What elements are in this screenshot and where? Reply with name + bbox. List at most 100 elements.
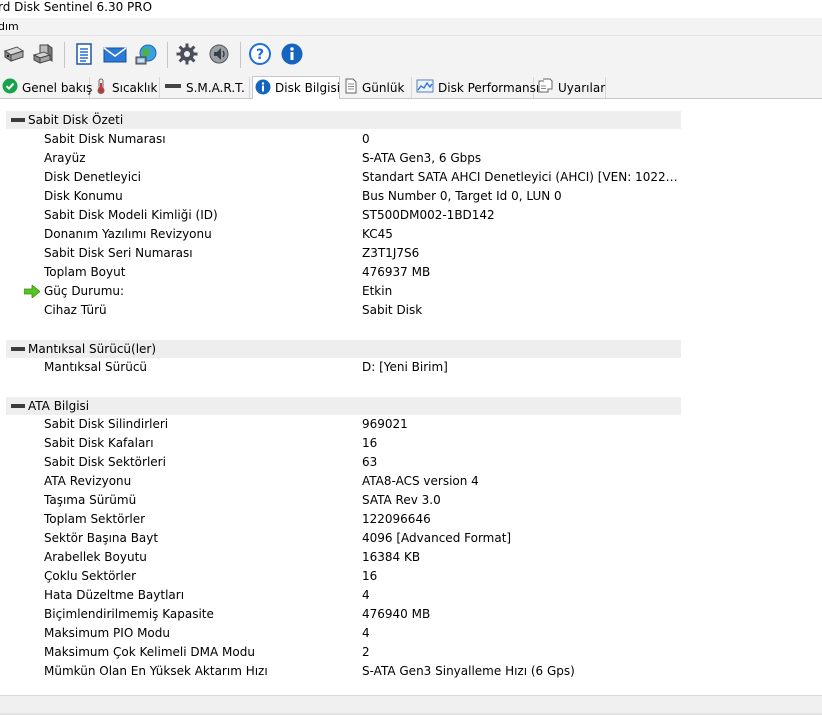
tab-label: Genel bakış xyxy=(22,80,93,95)
property-label: Sabit Disk Silindirleri xyxy=(44,417,169,431)
menu-item-help[interactable]: dım xyxy=(0,20,19,33)
toolbar-separator xyxy=(167,42,168,68)
drive-icon[interactable] xyxy=(0,40,28,68)
property-value: Bus Number 0, Target Id 0, LUN 0 xyxy=(362,189,562,203)
property-value: Etkin xyxy=(362,284,393,298)
drive-icon[interactable] xyxy=(30,40,58,68)
tab-label: Uyarılar xyxy=(558,80,606,95)
info-icon xyxy=(255,79,271,98)
property-label: Maksimum Çok Kelimeli DMA Modu xyxy=(44,645,255,659)
list-item: Sabit Disk Seri Numarası Z3T1J7S6 xyxy=(0,244,822,263)
property-value: Z3T1J7S6 xyxy=(362,246,420,260)
sound-icon[interactable] xyxy=(205,40,233,68)
property-label: Toplam Sektörler xyxy=(44,512,146,526)
property-label: Sabit Disk Modeli Kimliği (ID) xyxy=(44,208,218,222)
property-label: Arabellek Boyutu xyxy=(44,550,147,564)
property-label: Maksimum PIO Modu xyxy=(44,626,170,640)
list-item: Donanım Yazılımı Revizyonu KC45 xyxy=(0,225,822,244)
section-title: Sabit Disk Özeti xyxy=(28,113,124,127)
section-header-ata[interactable]: ATA Bilgisi xyxy=(6,397,681,415)
help-icon[interactable]: ? xyxy=(246,40,274,68)
property-value: 16384 KB xyxy=(362,550,421,564)
disk-info-panel: Sabit Disk Özeti Sabit Disk Numarası 0 Ar… xyxy=(0,99,822,695)
property-value: S-ATA Gen3 Sinyalleme Hızı (6 Gps) xyxy=(362,664,575,678)
property-value: 476937 MB xyxy=(362,265,431,279)
property-label: Sektör Başına Bayt xyxy=(44,531,159,545)
tab-temperature[interactable]: Sıcaklık xyxy=(92,77,160,98)
property-value: 16 xyxy=(362,436,378,450)
collapse-icon xyxy=(11,404,25,408)
property-value: 4 xyxy=(362,588,370,602)
tab-log[interactable]: Günlük xyxy=(342,77,412,98)
section-header-summary[interactable]: Sabit Disk Özeti xyxy=(6,111,681,129)
property-value: 2 xyxy=(362,645,370,659)
tab-overview[interactable]: Genel bakış xyxy=(0,77,93,98)
property-label: Disk Denetleyici xyxy=(44,170,141,184)
check-icon xyxy=(2,78,18,97)
property-label: Taşıma Sürümü xyxy=(44,493,137,507)
email-icon[interactable] xyxy=(101,40,129,68)
tab-label: Sıcaklık xyxy=(112,80,158,95)
tab-disk-info[interactable]: Disk Bilgisi xyxy=(252,76,340,99)
property-value: 63 xyxy=(362,455,378,469)
tab-bar: Genel bakış Sıcaklık S.M.A.R.T. Disk Bil… xyxy=(0,76,822,99)
property-value: 122096646 xyxy=(362,512,431,526)
collapse-icon xyxy=(11,118,25,122)
list-item: Sektör Başına Bayt 4096 [Advanced Format] xyxy=(0,529,822,548)
list-item[interactable]: Güç Durumu: Etkin xyxy=(0,282,822,301)
document-icon xyxy=(538,78,554,97)
property-value: ATA8-ACS version 4 xyxy=(362,474,479,488)
property-label: Çoklu Sektörler xyxy=(44,569,137,583)
property-label: Cihaz Türü xyxy=(44,303,107,317)
property-label: Güç Durumu: xyxy=(44,284,125,298)
svg-text:?: ? xyxy=(256,47,264,63)
property-value: S-ATA Gen3, 6 Gbps xyxy=(362,151,482,165)
list-item: Sabit Disk Numarası 0 xyxy=(0,130,822,149)
list-item: Maksimum Çok Kelimeli DMA Modu 2 xyxy=(0,643,822,662)
list-item: Mantıksal Sürücü D: [Yeni Birim] xyxy=(0,358,822,377)
property-value: Standart SATA AHCI Denetleyici (AHCI) [V… xyxy=(362,170,680,184)
list-item: Disk Konumu Bus Number 0, Target Id 0, LU… xyxy=(0,187,822,206)
tab-disk-performance[interactable]: Disk Performansı xyxy=(414,77,539,98)
list-item: Çoklu Sektörler 16 xyxy=(0,567,822,586)
property-label: Sabit Disk Seri Numarası xyxy=(44,246,193,260)
info-icon[interactable] xyxy=(278,40,306,68)
property-value: 16 xyxy=(362,569,378,583)
property-label: Toplam Boyut xyxy=(44,265,126,279)
tab-alerts[interactable]: Uyarılar xyxy=(536,77,606,98)
property-value: 476940 MB xyxy=(362,607,431,621)
status-bar xyxy=(0,695,822,715)
list-item: Taşıma Sürümü SATA Rev 3.0 xyxy=(0,491,822,510)
list-item: Arayüz S-ATA Gen3, 6 Gbps xyxy=(0,149,822,168)
network-icon[interactable] xyxy=(133,40,161,68)
drive-icon xyxy=(164,80,182,95)
list-item: Disk Denetleyici Standart SATA AHCI Denet… xyxy=(0,168,822,187)
list-item: Sabit Disk Modeli Kimliği (ID) ST500DM002… xyxy=(0,206,822,225)
list-item: Biçimlendirilmemiş Kapasite 476940 MB xyxy=(0,605,822,624)
toolbar-separator xyxy=(240,42,241,68)
property-label: Arayüz xyxy=(44,151,86,165)
settings-icon[interactable] xyxy=(173,40,201,68)
property-label: ATA Revizyonu xyxy=(44,474,132,488)
property-value: 4 xyxy=(362,626,370,640)
list-item: ATA Revizyonu ATA8-ACS version 4 xyxy=(0,472,822,491)
list-item: Toplam Sektörler 122096646 xyxy=(0,510,822,529)
property-value: D: [Yeni Birim] xyxy=(362,360,448,374)
tab-label: Disk Bilgisi xyxy=(275,81,341,95)
property-value: Sabit Disk xyxy=(362,303,423,317)
title-bar: rd Disk Sentinel 6.30 PRO xyxy=(0,0,822,18)
toolbar-separator xyxy=(64,42,65,68)
tab-smart[interactable]: S.M.A.R.T. xyxy=(162,77,250,98)
list-item: Mümkün Olan En Yüksek Aktarım Hızı S-ATA … xyxy=(0,662,822,681)
report-icon[interactable] xyxy=(70,40,98,68)
list-item: Maksimum PIO Modu 4 xyxy=(0,624,822,643)
list-item: Sabit Disk Kafaları 16 xyxy=(0,434,822,453)
section-header-logical[interactable]: Mantıksal Sürücü(ler) xyxy=(6,340,681,358)
property-value: SATA Rev 3.0 xyxy=(362,493,441,507)
list-item: Toplam Boyut 476937 MB xyxy=(0,263,822,282)
list-item: Sabit Disk Sektörleri 63 xyxy=(0,453,822,472)
chart-icon xyxy=(416,79,434,96)
property-value: 969021 xyxy=(362,417,408,431)
list-item: Arabellek Boyutu 16384 KB xyxy=(0,548,822,567)
property-value: KC45 xyxy=(362,227,393,241)
